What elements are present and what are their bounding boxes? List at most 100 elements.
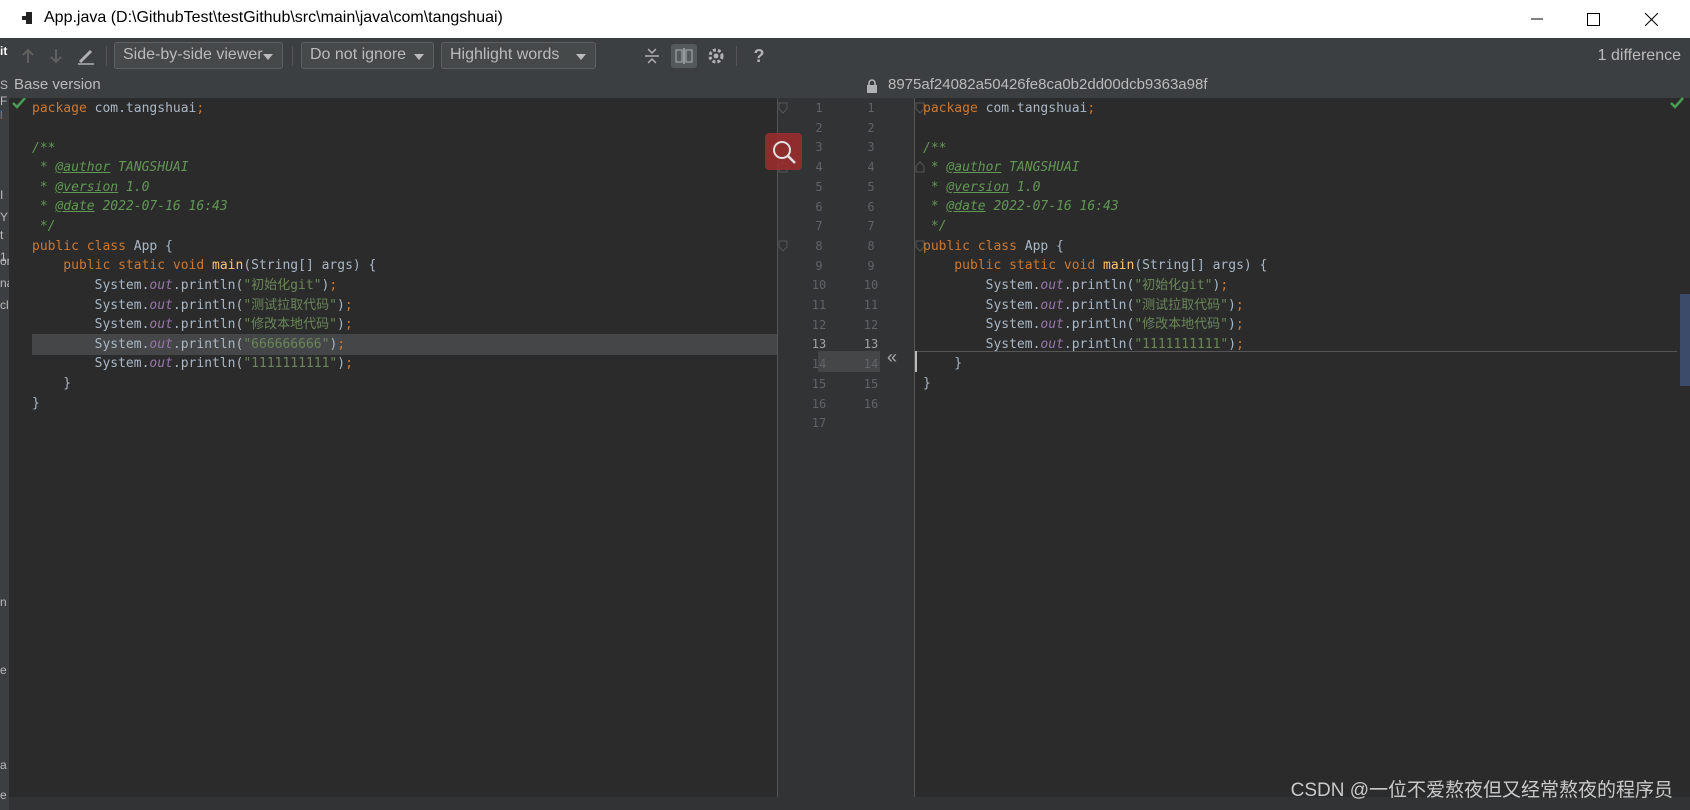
right-editor-pane[interactable]: package com.tangshuai; /** * @author TAN…	[915, 98, 1677, 810]
ide-left-strip: it S F l I Y t 1 or na cl n e a e	[0, 38, 9, 810]
window-title: App.java (D:\GithubTest\testGithub\src\m…	[44, 9, 503, 26]
line-number: 1	[867, 101, 875, 115]
chevron-down-icon	[263, 54, 273, 60]
line-number: 15	[811, 377, 827, 391]
search-overlay-button[interactable]	[765, 133, 802, 170]
left-pane-title: Base version	[14, 76, 101, 93]
help-icon: ?	[753, 45, 765, 66]
code-line: public class App {	[923, 239, 1064, 254]
line-number: 16	[811, 397, 827, 411]
settings-button[interactable]	[703, 44, 729, 68]
maximize-button[interactable]	[1565, 0, 1621, 38]
line-number: 6	[815, 200, 823, 214]
strip-text: cl	[0, 298, 9, 312]
line-number: 10	[863, 278, 879, 292]
right-scrollbar[interactable]	[1670, 97, 1690, 810]
line-number: 5	[867, 180, 875, 194]
line-number: 1	[815, 101, 823, 115]
line-number: 9	[815, 259, 823, 273]
check-icon	[12, 98, 26, 109]
viewer-mode-dropdown[interactable]: Side-by-side viewer	[114, 42, 283, 69]
code-line: */	[32, 219, 56, 234]
strip-text: e	[0, 663, 7, 677]
code-line: public static void main(String[] args) {	[923, 258, 1268, 273]
sync-scroll-icon	[675, 48, 693, 64]
line-number: 16	[863, 397, 879, 411]
code-line: }	[923, 376, 931, 391]
strip-text: or	[0, 254, 9, 268]
ignore-whitespace-label: Do not ignore	[310, 46, 407, 63]
search-icon	[772, 140, 796, 164]
lock-icon	[867, 79, 877, 93]
code-line: * @author TANGSHUAI	[923, 160, 1080, 175]
strip-text: Y	[0, 210, 9, 224]
fold-marker-icon	[778, 102, 788, 114]
code-line: * @version 1.0	[923, 180, 1041, 195]
minimize-icon	[1531, 18, 1543, 20]
strip-text: l	[0, 108, 3, 122]
text-cursor	[915, 351, 917, 372]
strip-text: S	[0, 78, 9, 92]
code-line: System.out.println("初始化git");	[32, 278, 338, 293]
check-icon	[1670, 97, 1684, 109]
arrow-down-icon	[50, 49, 62, 64]
code-line: System.out.println("测试拉取代码");	[32, 298, 353, 313]
next-difference-button[interactable]	[43, 44, 69, 68]
right-pane-title: 8975af24082a50426fe8ca0b2dd00dcb9363a98f	[888, 76, 1208, 93]
highlight-mode-label: Highlight words	[450, 46, 560, 63]
scrollbar-thumb[interactable]	[1680, 294, 1690, 386]
code-line: public class App {	[32, 239, 173, 254]
pencil-icon	[78, 49, 94, 65]
code-line: /**	[32, 141, 56, 156]
line-number: 11	[811, 298, 827, 312]
window-title-bar: App.java (D:\GithubTest\testGithub\src\m…	[0, 0, 1690, 38]
left-editor-pane[interactable]: package com.tangshuai; /** * @author TAN…	[9, 98, 777, 810]
code-line: System.out.println("修改本地代码");	[923, 317, 1244, 332]
previous-difference-button[interactable]	[15, 44, 41, 68]
highlight-mode-dropdown[interactable]: Highlight words	[441, 42, 596, 69]
line-number: 14	[811, 357, 827, 371]
line-number: 13	[811, 337, 827, 351]
ignore-whitespace-dropdown[interactable]: Do not ignore	[301, 42, 434, 69]
code-line: /**	[923, 141, 947, 156]
line-number: 4	[815, 160, 823, 174]
toolbar-separator	[292, 46, 293, 66]
toolbar-separator	[106, 46, 107, 66]
line-number: 13	[863, 337, 879, 351]
line-number: 17	[811, 416, 827, 430]
gear-icon	[708, 48, 724, 64]
close-button[interactable]	[1623, 0, 1679, 38]
chevron-down-icon	[576, 54, 586, 60]
edit-source-button[interactable]	[73, 44, 99, 68]
line-number: 3	[815, 140, 823, 154]
help-button[interactable]: ?	[746, 44, 772, 68]
code-line: * @date 2022-07-16 16:43	[32, 199, 228, 214]
code-line: System.out.println("修改本地代码");	[32, 317, 353, 332]
line-number: 9	[867, 259, 875, 273]
viewer-mode-label: Side-by-side viewer	[123, 46, 263, 63]
code-line: * @version 1.0	[32, 180, 150, 195]
strip-text: I	[0, 188, 4, 202]
line-number: 12	[863, 318, 879, 332]
code-line: * @date 2022-07-16 16:43	[923, 199, 1119, 214]
minimize-button[interactable]	[1509, 0, 1565, 38]
collapse-unchanged-button[interactable]	[639, 44, 665, 68]
strip-text: a	[0, 758, 7, 772]
line-number: 5	[815, 180, 823, 194]
difference-count: 1 difference	[1597, 47, 1681, 64]
line-number: 15	[863, 377, 879, 391]
strip-text: n	[0, 595, 7, 609]
apply-change-icon[interactable]: «	[887, 347, 897, 368]
line-number: 11	[863, 298, 879, 312]
code-line: * @author TANGSHUAI	[32, 160, 189, 175]
watermark-text: CSDN @一位不爱熬夜但又经常熬夜的程序员	[1290, 780, 1673, 801]
maximize-icon	[1586, 12, 1600, 26]
app-icon	[22, 12, 32, 24]
chevron-down-icon	[414, 54, 424, 60]
strip-text: F	[0, 94, 8, 108]
sync-scroll-toggle[interactable]	[671, 44, 697, 68]
code-line: package com.tangshuai;	[923, 101, 1096, 116]
line-number: 3	[867, 140, 875, 154]
code-line: System.out.println("测试拉取代码");	[923, 298, 1244, 313]
strip-text: it	[0, 44, 8, 58]
